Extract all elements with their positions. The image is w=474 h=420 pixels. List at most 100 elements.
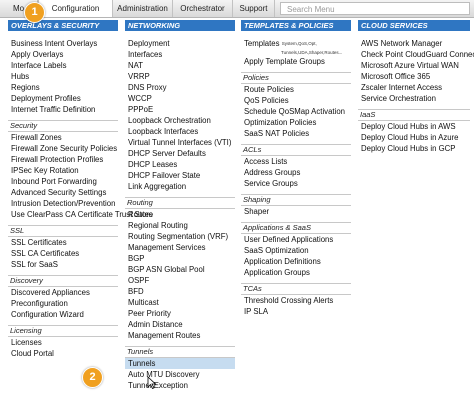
menu-item-tunnel-exception[interactable]: Tunnel Exception: [125, 380, 235, 391]
tab-orchestrator[interactable]: Orchestrator: [173, 0, 233, 17]
menu-item-configuration-wizard[interactable]: Configuration Wizard: [8, 309, 118, 320]
menu-item-apply-overlays[interactable]: Apply Overlays: [8, 49, 118, 60]
menu-item-deployment[interactable]: Deployment: [125, 38, 235, 49]
menu-item-bfd[interactable]: BFD: [125, 286, 235, 297]
menu-item-cloud-hubs-azure[interactable]: Deploy Cloud Hubs in Azure: [358, 132, 470, 143]
menu-item-interface-labels[interactable]: Interface Labels: [8, 60, 118, 71]
menu-item-regional-routing[interactable]: Regional Routing: [125, 220, 235, 231]
menu-item-aws-network-manager[interactable]: AWS Network Manager: [358, 38, 470, 49]
templates-subtext-1: System,QoS,Opt,: [281, 41, 317, 46]
menu-item-multicast[interactable]: Multicast: [125, 297, 235, 308]
menu-item-saas-optimization[interactable]: SaaS Optimization: [241, 245, 351, 256]
subheader-acls: ACLs: [241, 144, 351, 156]
menu-item-application-definitions[interactable]: Application Definitions: [241, 256, 351, 267]
menu-item-internet-traffic-definition[interactable]: Internet Traffic Definition: [8, 104, 118, 115]
menu-item-saas-nat-policies[interactable]: SaaS NAT Policies: [241, 128, 351, 139]
menu-item-tunnels[interactable]: Tunnels: [125, 358, 235, 369]
menu-item-shaper[interactable]: Shaper: [241, 206, 351, 217]
menu-item-clearpass-ca-trust-store[interactable]: Use ClearPass CA Certificate Trust Store: [8, 209, 153, 220]
menu-item-dns-proxy[interactable]: DNS Proxy: [125, 82, 235, 93]
menu-item-zscaler-internet-access[interactable]: Zscaler Internet Access: [358, 82, 470, 93]
section-header-overlays-security: Overlays & Security: [8, 20, 118, 31]
menu-item-interfaces[interactable]: Interfaces: [125, 49, 235, 60]
menu-item-advanced-security-settings[interactable]: Advanced Security Settings: [8, 187, 118, 198]
menu-item-qos-policies[interactable]: QoS Policies: [241, 95, 351, 106]
menu-item-schedule-qosmap-activation[interactable]: Schedule QoSMap Activation: [241, 106, 351, 117]
menu-item-check-point-cloudguard[interactable]: Check Point CloudGuard Connect: [358, 49, 474, 60]
menu-item-discovered-appliances[interactable]: Discovered Appliances: [8, 287, 118, 298]
menu-item-threshold-crossing-alerts[interactable]: Threshold Crossing Alerts: [241, 295, 351, 306]
menu-item-microsoft-office-365[interactable]: Microsoft Office 365: [358, 71, 470, 82]
subheader-discovery: Discovery: [8, 275, 118, 287]
section-header-cloud-services: Cloud Services: [358, 20, 470, 31]
menu-item-firewall-zone-security-policies[interactable]: Firewall Zone Security Policies: [8, 143, 118, 154]
menu-item-templates[interactable]: Templates System,QoS,Opt,: [241, 38, 351, 49]
menu-item-pppoe[interactable]: PPPoE: [125, 104, 235, 115]
menu-item-vti[interactable]: Virtual Tunnel Interfaces (VTI): [125, 137, 235, 148]
column-overlays-security: Overlays & Security Business Intent Over…: [8, 20, 153, 359]
menu-item-nat[interactable]: NAT: [125, 60, 235, 71]
menu-item-ssl-ca-certificates[interactable]: SSL CA Certificates: [8, 248, 118, 259]
menu-item-application-groups[interactable]: Application Groups: [241, 267, 351, 278]
subheader-tcas: TCAs: [241, 283, 351, 295]
menu-item-ssl-certificates[interactable]: SSL Certificates: [8, 237, 118, 248]
subheader-applications-saas: Applications & SaaS: [241, 222, 351, 234]
menu-item-management-routes[interactable]: Management Routes: [125, 330, 235, 341]
menu-item-loopback-orchestration[interactable]: Loopback Orchestration: [125, 115, 235, 126]
menu-item-bgp-asn-global-pool[interactable]: BGP ASN Global Pool: [125, 264, 235, 275]
menu-item-cloud-portal[interactable]: Cloud Portal: [8, 348, 118, 359]
search-menu-input[interactable]: Search Menu: [280, 2, 470, 15]
menu-item-dhcp-leases[interactable]: DHCP Leases: [125, 159, 235, 170]
menu-item-routing-segmentation[interactable]: Routing Segmentation (VRF): [125, 231, 235, 242]
menu-item-preconfiguration[interactable]: Preconfiguration: [8, 298, 118, 309]
menu-item-inbound-port-forwarding[interactable]: Inbound Port Forwarding: [8, 176, 118, 187]
subheader-shaping: Shaping: [241, 194, 351, 206]
mouse-pointer-icon: [147, 376, 157, 389]
menu-item-licenses[interactable]: Licenses: [8, 337, 118, 348]
menu-item-ssl-for-saas[interactable]: SSL for SaaS: [8, 259, 118, 270]
menu-item-service-groups[interactable]: Service Groups: [241, 178, 351, 189]
menu-item-access-lists[interactable]: Access Lists: [241, 156, 351, 167]
column-cloud-services: Cloud Services AWS Network Manager Check…: [358, 20, 474, 154]
menu-item-loopback-interfaces[interactable]: Loopback Interfaces: [125, 126, 235, 137]
menu-item-ospf[interactable]: OSPF: [125, 275, 235, 286]
tab-configuration[interactable]: Configuration: [38, 0, 113, 17]
menu-item-admin-distance[interactable]: Admin Distance: [125, 319, 235, 330]
tab-support[interactable]: Support: [233, 0, 275, 17]
menu-item-routes[interactable]: Routes: [125, 209, 235, 220]
callout-badge-2: 2: [82, 367, 103, 388]
menu-item-route-policies[interactable]: Route Policies: [241, 84, 351, 95]
menu-item-service-orchestration[interactable]: Service Orchestration: [358, 93, 470, 104]
menu-item-management-services[interactable]: Management Services: [125, 242, 235, 253]
menu-item-bgp[interactable]: BGP: [125, 253, 235, 264]
menu-item-intrusion-detection-prevention[interactable]: Intrusion Detection/Prevention: [8, 198, 118, 209]
column-templates-policies: Templates & Policies Templates System,Qo…: [241, 20, 351, 317]
menu-item-optimization-policies[interactable]: Optimization Policies: [241, 117, 351, 128]
menu-item-azure-virtual-wan[interactable]: Microsoft Azure Virtual WAN: [358, 60, 470, 71]
menu-item-address-groups[interactable]: Address Groups: [241, 167, 351, 178]
subheader-ssl: SSL: [8, 225, 118, 237]
menu-item-cloud-hubs-gcp[interactable]: Deploy Cloud Hubs in GCP: [358, 143, 470, 154]
menu-item-ip-sla[interactable]: IP SLA: [241, 306, 351, 317]
menu-item-vrrp[interactable]: VRRP: [125, 71, 235, 82]
menu-item-dhcp-failover-state[interactable]: DHCP Failover State: [125, 170, 235, 181]
menu-item-deployment-profiles[interactable]: Deployment Profiles: [8, 93, 118, 104]
menu-item-user-defined-applications[interactable]: User Defined Applications: [241, 234, 351, 245]
menu-item-firewall-zones[interactable]: Firewall Zones: [8, 132, 118, 143]
menu-item-firewall-protection-profiles[interactable]: Firewall Protection Profiles: [8, 154, 118, 165]
menu-item-wccp[interactable]: WCCP: [125, 93, 235, 104]
menu-item-peer-priority[interactable]: Peer Priority: [125, 308, 235, 319]
tab-administration[interactable]: Administration: [113, 0, 173, 17]
column-networking: Networking Deployment Interfaces NAT VRR…: [125, 20, 235, 391]
menu-item-regions[interactable]: Regions: [8, 82, 118, 93]
menu-item-hubs[interactable]: Hubs: [8, 71, 118, 82]
subheader-licensing: Licensing: [8, 325, 118, 337]
menu-item-link-aggregation[interactable]: Link Aggregation: [125, 181, 235, 192]
menu-item-dhcp-server-defaults[interactable]: DHCP Server Defaults: [125, 148, 235, 159]
menu-item-ipsec-key-rotation[interactable]: IPSec Key Rotation: [8, 165, 118, 176]
menu-item-cloud-hubs-aws[interactable]: Deploy Cloud Hubs in AWS: [358, 121, 470, 132]
menu-item-apply-template-groups[interactable]: Apply Template Groups: [241, 56, 351, 67]
menu-item-business-intent-overlays[interactable]: Business Intent Overlays: [8, 38, 118, 49]
subheader-tunnels: Tunnels: [125, 346, 235, 358]
menu-item-auto-mtu-discovery[interactable]: Auto MTU Discovery: [125, 369, 235, 380]
